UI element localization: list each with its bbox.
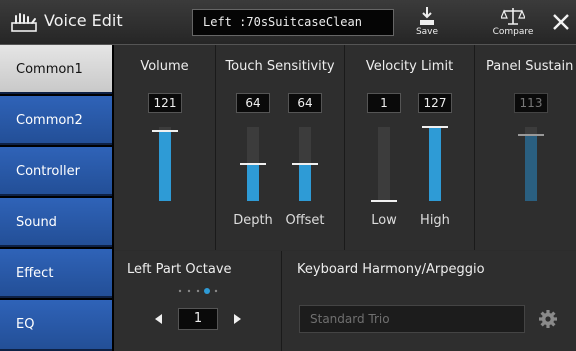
octave-value[interactable]: 1 (178, 308, 218, 330)
voice-part-label: Left (203, 15, 232, 29)
touch-sensitivity-title: Touch Sensitivity (225, 59, 335, 74)
panel-sustain-slider-fill (525, 135, 537, 201)
harmony-type-select[interactable]: Standard Trio (299, 305, 525, 333)
tab-common2[interactable]: Common2 (0, 96, 112, 145)
touch-sensitivity-panel: Touch Sensitivity 64 64 Depth Offset (216, 45, 345, 250)
title-bar: Voice Edit Left :70sSuitcaseClean Save C… (0, 0, 576, 45)
app-title: Voice Edit (44, 11, 123, 30)
increment-arrow-icon[interactable] (230, 312, 244, 326)
tab-effect[interactable]: Effect (0, 249, 112, 298)
high-slider-fill (429, 127, 441, 201)
offset-slider[interactable] (292, 127, 318, 201)
balance-scale-icon (501, 8, 525, 25)
volume-slider-fill (159, 131, 171, 201)
offset-slider-fill (299, 164, 311, 201)
depth-slider-fill (247, 164, 259, 201)
tab-sound[interactable]: Sound (0, 198, 112, 247)
close-icon[interactable] (548, 8, 574, 36)
velocity-limit-title: Velocity Limit (365, 59, 454, 74)
harmony-panel: Keyboard Harmony/Arpeggio Standard Trio (282, 251, 576, 351)
compare-label: Compare (492, 27, 534, 37)
volume-panel: Volume 121 (114, 45, 216, 250)
save-label: Save (415, 27, 439, 37)
high-slider-handle[interactable] (422, 126, 448, 128)
octave-position-dots (178, 288, 218, 294)
gear-icon[interactable] (538, 309, 558, 329)
compare-button[interactable]: Compare (487, 6, 539, 40)
depth-label: Depth (233, 213, 273, 228)
left-part-octave-title: Left Part Octave (127, 262, 232, 277)
save-icon (420, 7, 434, 25)
high-label: High (420, 213, 450, 228)
depth-value[interactable]: 64 (236, 93, 270, 113)
volume-slider[interactable] (152, 127, 178, 201)
volume-title: Volume (140, 59, 189, 74)
tab-common1[interactable]: Common1 (0, 45, 112, 94)
save-button[interactable]: Save (405, 6, 449, 40)
volume-slider-handle[interactable] (152, 130, 178, 132)
main-panel: Volume 121 Touch Sensitivity 64 64 Depth… (114, 45, 576, 351)
tab-eq[interactable]: EQ (0, 300, 112, 351)
offset-slider-handle[interactable] (292, 163, 318, 165)
panel-sustain-value: 113 (514, 93, 548, 113)
panel-sustain-title: Panel Sustain (486, 59, 574, 74)
voice-name-label: :70sSuitcaseClean (239, 15, 362, 29)
volume-value[interactable]: 121 (148, 93, 182, 113)
decrement-arrow-icon[interactable] (152, 312, 166, 326)
sidebar: Common1 Common2 Controller Sound Effect … (0, 45, 114, 351)
depth-slider[interactable] (240, 127, 266, 201)
offset-label: Offset (285, 213, 325, 228)
keyboard-hand-icon (11, 13, 37, 32)
depth-slider-handle[interactable] (240, 163, 266, 165)
low-slider-handle[interactable] (371, 200, 397, 202)
left-part-octave-panel: Left Part Octave 1 (114, 251, 282, 351)
low-value[interactable]: 1 (367, 93, 401, 113)
voice-name-field[interactable]: Left :70sSuitcaseClean (192, 9, 394, 36)
panel-sustain-slider (518, 127, 544, 201)
low-slider[interactable] (371, 127, 397, 202)
harmony-title: Keyboard Harmony/Arpeggio (297, 262, 485, 277)
high-slider[interactable] (422, 126, 448, 201)
tab-controller[interactable]: Controller (0, 147, 112, 196)
high-value[interactable]: 127 (418, 93, 452, 113)
panel-sustain-slider-handle (518, 134, 544, 136)
velocity-limit-panel: Velocity Limit 1 127 Low High (345, 45, 475, 250)
panel-sustain-panel: Panel Sustain 113 (475, 45, 576, 250)
offset-value[interactable]: 64 (288, 93, 322, 113)
